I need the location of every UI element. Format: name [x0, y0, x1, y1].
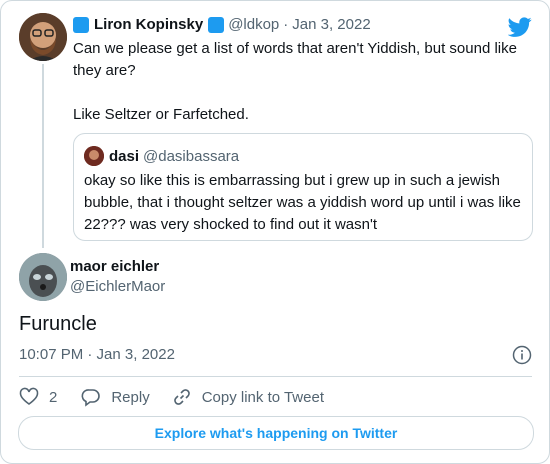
main-tweet-text: Furuncle	[19, 313, 97, 335]
like-button[interactable]: 2	[19, 387, 57, 407]
like-count: 2	[49, 388, 58, 406]
info-icon[interactable]	[512, 345, 532, 365]
reply-button[interactable]: Reply	[81, 387, 150, 407]
parent-separator: ·	[283, 16, 289, 33]
verified-square-icon	[208, 16, 225, 33]
link-icon	[173, 389, 190, 405]
quoted-tweet-header: dasi @dasibassara	[84, 146, 239, 166]
tweet-actions: 2 Reply Copy link to Tweet	[19, 386, 324, 408]
tweet-embed-card: Liron Kopinsky @ldkop · Jan 3, 2022 Can …	[0, 0, 550, 464]
parent-tweet-text: Can we please get a list of words that a…	[73, 38, 533, 126]
reply-label: Reply	[111, 388, 150, 406]
quoted-author-name: dasi	[109, 147, 140, 165]
explore-button[interactable]: Explore what's happening on Twitter	[18, 416, 534, 450]
parent-author-handle[interactable]: @ldkop	[228, 16, 279, 33]
parent-text-line2: Like Seltzer or Farfetched.	[73, 106, 249, 123]
quoted-tweet[interactable]: dasi @dasibassara okay so like this is e…	[73, 133, 533, 241]
copy-link-button[interactable]: Copy link to Tweet	[172, 387, 324, 407]
heart-icon	[19, 387, 39, 405]
main-author-name[interactable]: maor eichler	[70, 258, 159, 275]
avatar-portrait-icon	[19, 13, 67, 61]
quoted-author-handle: @dasibassara	[143, 147, 240, 165]
twitter-bird-icon[interactable]	[508, 15, 532, 39]
parent-text-line1: Can we please get a list of words that a…	[73, 40, 517, 79]
reply-bubble-icon	[81, 389, 101, 407]
avatar-liron-kopinsky[interactable]	[19, 13, 67, 61]
main-tweet-timestamp[interactable]: 10:07 PM · Jan 3, 2022	[19, 346, 175, 363]
avatar-dasi	[84, 146, 104, 166]
copy-link-label: Copy link to Tweet	[201, 388, 324, 406]
main-author-handle[interactable]: @EichlerMaor	[70, 278, 165, 295]
parent-author-name[interactable]: Liron Kopinsky	[94, 16, 203, 33]
parent-tweet-header: Liron Kopinsky @ldkop · Jan 3, 2022	[73, 16, 371, 33]
quoted-tweet-text: okay so like this is embarrassing but i …	[84, 172, 521, 233]
actions-divider	[19, 376, 532, 377]
parent-date[interactable]: Jan 3, 2022	[292, 16, 370, 33]
avatar-maor-eichler[interactable]	[19, 253, 67, 301]
avatar-portrait-icon	[84, 146, 104, 166]
verified-square-icon	[73, 16, 89, 33]
avatar-dog-icon	[19, 253, 67, 301]
thread-connector-line	[42, 64, 44, 248]
